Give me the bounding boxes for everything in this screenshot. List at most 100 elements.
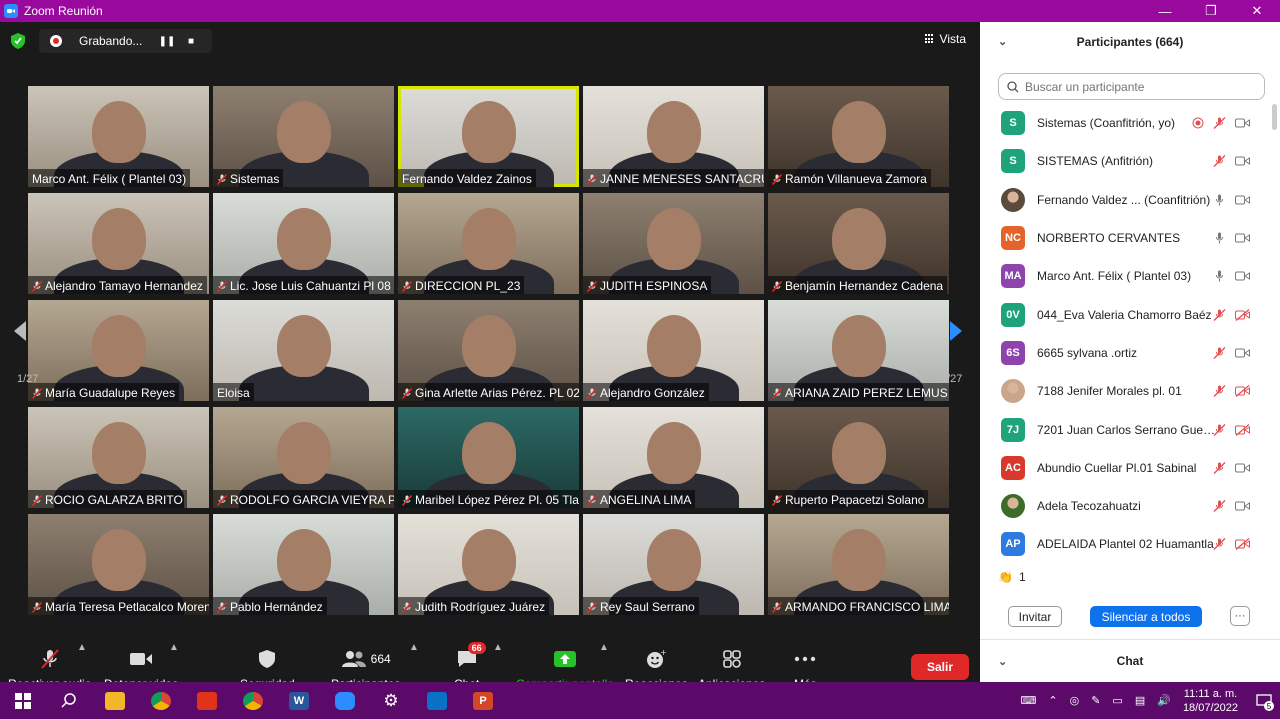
participant-row[interactable]: 7188 Jenifer Morales pl. 01 [980,372,1272,410]
pen-icon[interactable]: ✎ [1091,694,1100,707]
leave-meeting-button[interactable]: Salir [911,654,969,680]
minimize-button[interactable]: — [1142,0,1188,22]
participant-row[interactable]: Adela Tecozahuatzi [980,487,1272,525]
participant-status-icons [1212,232,1250,244]
participant-row[interactable]: AP ADELAIDA Plantel 02 Huamantla [980,525,1272,556]
audio-options-caret-icon[interactable]: ▲ [77,642,87,653]
outlook-button[interactable] [414,682,460,719]
video-grid: Marco Ant. Félix ( Plantel 03) Sistemas Fe… [28,86,952,615]
previous-page-button[interactable] [4,303,36,359]
battery-icon[interactable]: ▭ [1112,694,1122,707]
participant-row[interactable]: 0V 044_Eva Valeria Chamorro Baéz [980,295,1272,333]
video-tile[interactable]: María Teresa Petlacalco Moreno [28,514,209,615]
participant-row[interactable]: MA Marco Ant. Félix ( Plantel 03) [980,257,1272,295]
maximize-button[interactable]: ❐ [1188,0,1234,22]
video-tile[interactable]: Eloisa [213,300,394,401]
microphone-muted-icon [1213,117,1226,130]
chat-panel-header[interactable]: ⌄ Chat [980,640,1280,682]
next-page-button[interactable] [940,303,972,359]
mute-all-button[interactable]: Silenciar a todos [1090,606,1202,627]
tile-name-text: Marco Ant. Félix ( Plantel 03) [32,172,187,186]
chat-bubble-icon: 66 [456,642,486,670]
video-tile[interactable]: ARIANA ZAID PEREZ LEMUS [768,300,949,401]
volume-icon[interactable]: 🔊 [1157,694,1171,707]
video-tile[interactable]: Benjamín Hernandez Cadena [768,193,949,294]
video-tile[interactable]: Rey Saul Serrano [583,514,764,615]
participant-row[interactable]: S SISTEMAS (Anfitrión) [980,142,1272,180]
network-icon[interactable]: ▤ [1135,694,1145,707]
participant-row[interactable]: S Sistemas (Coanfitrión, yo) [980,104,1272,142]
video-tile[interactable]: Marco Ant. Félix ( Plantel 03) [28,86,209,187]
video-tile[interactable]: Sistemas [213,86,394,187]
taskbar-search-button[interactable] [46,682,92,719]
file-explorer-button[interactable] [92,682,138,719]
meet-now-icon[interactable]: ◎ [1070,694,1080,707]
tile-name-label: ROCIO GALARZA BRITO [28,490,187,508]
panel-more-button[interactable]: ··· [1230,606,1250,626]
video-tile[interactable]: Pablo Hernández [213,514,394,615]
video-tile[interactable]: Maribel López Pérez Pl. 05 Tla [398,407,579,508]
video-tile[interactable]: ANGELINA LIMA [583,407,764,508]
close-button[interactable]: ✕ [1234,0,1280,22]
share-options-caret-icon[interactable]: ▲ [599,642,609,653]
taskbar-clock[interactable]: 11:11 a. m. 18/07/2022 [1183,687,1238,715]
windows-start-button[interactable] [0,682,46,719]
zoom-button[interactable] [322,682,368,719]
pause-recording-button[interactable]: ❚❚ [155,36,179,47]
view-button[interactable]: Vista [924,32,966,46]
participants-scrollbar[interactable] [1272,104,1277,130]
video-tile[interactable]: Judith Rodríguez Juárez [398,514,579,615]
active-speaker-tile[interactable]: Fernando Valdez Zainos [398,86,579,187]
settings-button[interactable]: ⚙ [368,682,414,719]
collapse-chat-chevron-icon[interactable]: ⌄ [998,655,1007,668]
participant-search-field[interactable] [998,73,1265,100]
powerpoint-button[interactable]: P [460,682,506,719]
participant-row[interactable]: 6S 6665 sylvana .ortiz [980,334,1272,372]
video-tile[interactable]: Lic. Jose Luis Cahuantzi Pl 08 [213,193,394,294]
video-tile[interactable]: ROCIO GALARZA BRITO [28,407,209,508]
invite-button[interactable]: Invitar [1008,606,1062,627]
participant-row[interactable]: 7J 7201 Juan Carlos Serrano Guerr... [980,410,1272,448]
chrome-button[interactable] [138,682,184,719]
tile-name-text: María Teresa Petlacalco Moreno [45,600,209,614]
tile-name-label: María Teresa Petlacalco Moreno [28,597,209,615]
video-tile[interactable]: Gina Arlette Arias Pérez. PL 02 [398,300,579,401]
encryption-shield-icon[interactable] [11,33,25,49]
keyboard-icon[interactable]: ⌨ [1020,694,1036,707]
participants-options-caret-icon[interactable]: ▲ [409,642,419,653]
video-tile[interactable]: JANNE MENESES SANTACRUZ [583,86,764,187]
participant-avatar: 6S [1001,340,1025,365]
participant-name: 7201 Juan Carlos Serrano Guerr... [1037,422,1217,437]
stop-recording-button[interactable]: ■ [179,36,203,47]
participant-row[interactable]: Fernando Valdez ... (Coanfitrión) [980,181,1272,219]
video-tile[interactable]: ARMANDO FRANCISCO LIMA [768,514,949,615]
collapse-participants-chevron-icon[interactable]: ⌄ [998,35,1007,48]
video-tile[interactable]: Alejandro Tamayo Hernandez [28,193,209,294]
acrobat-button[interactable] [184,682,230,719]
participant-name: Sistemas (Coanfitrión, yo) [1037,116,1176,131]
video-tile[interactable]: Alejandro González [583,300,764,401]
video-tile[interactable]: DIRECCION PL_23 [398,193,579,294]
video-tile[interactable]: María Guadalupe Reyes [28,300,209,401]
participant-search-input[interactable] [1025,79,1245,94]
video-camera-icon [1235,195,1250,205]
arrow-right-icon [950,321,962,341]
participant-face [276,529,331,592]
video-options-caret-icon[interactable]: ▲ [169,642,179,653]
video-tile[interactable]: Ruperto Papacetzi Solano [768,407,949,508]
participants-panel-title: Participantes (664) [1076,35,1184,49]
video-tile[interactable]: JUDITH ESPINOSA [583,193,764,294]
participant-status-icons [1212,346,1250,359]
participant-row[interactable]: NC NORBERTO CERVANTES [980,219,1272,257]
participant-row[interactable]: AC Abundio Cuellar Pl.01 Sabinal [980,449,1272,487]
microphone-icon [1216,232,1223,244]
video-tile[interactable]: Ramón Villanueva Zamora [768,86,949,187]
microphone-muted-icon [1213,385,1226,398]
chat-options-caret-icon[interactable]: ▲ [493,642,503,653]
tray-chevron-icon[interactable]: ⌃ [1048,694,1057,707]
word-button[interactable]: W [276,682,322,719]
notifications-button[interactable]: 5 [1248,682,1280,719]
video-tile[interactable]: RODOLFO GARCIA VIEYRA PL 03 [213,407,394,508]
chrome-alt-button[interactable] [230,682,276,719]
windows-taskbar: W ⚙ P ⌨ ⌃ ◎ ✎ ▭ ▤ 🔊 11:11 a. m. 18/07/20… [0,682,1280,719]
